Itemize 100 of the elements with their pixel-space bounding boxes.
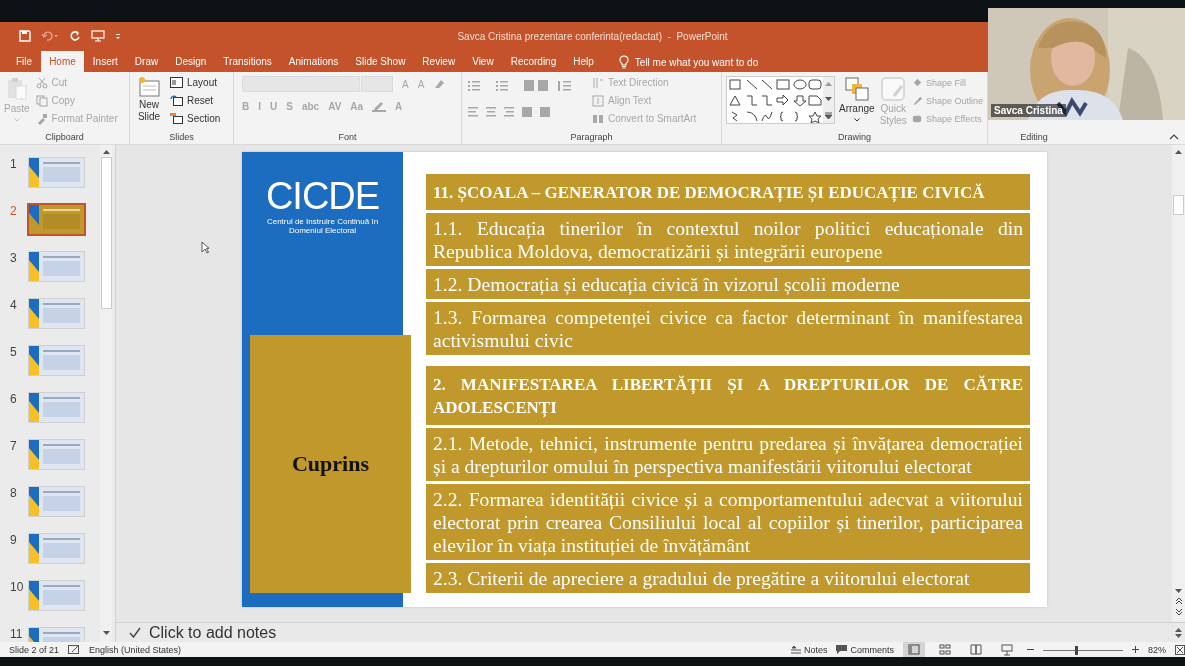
save-icon[interactable] [19, 30, 31, 42]
slide-number: 10 [9, 580, 25, 594]
shapes-gallery[interactable] [726, 76, 835, 124]
ribbon-tab[interactable]: View [464, 52, 502, 72]
slide-number: 7 [9, 439, 18, 453]
reset-button[interactable]: Reset [170, 94, 221, 107]
section-item: 1.3. Formarea competenței civice ca factor determinant în manifestarea activismului civic [426, 302, 1030, 355]
ribbon-tab[interactable]: Animations [280, 52, 347, 72]
logo-subtitle: Centrul de Instruire Continuă în Domeniul Electoral [265, 217, 380, 235]
scroll-thumb[interactable] [1173, 195, 1184, 215]
logo-text: CICDE [265, 178, 380, 214]
pen-icon [911, 95, 923, 106]
group-label: Slides [168, 132, 195, 144]
slide-number: 5 [9, 345, 18, 359]
ribbon-tab[interactable]: Slide Show [347, 52, 414, 72]
mouse-cursor-icon [201, 241, 210, 254]
ribbon-tab[interactable]: Draw [126, 52, 167, 72]
scroll-down-icon[interactable] [1175, 633, 1182, 639]
copy-icon [35, 94, 48, 107]
slide-thumbnail[interactable] [27, 203, 86, 236]
participant-name: Savca Cristina [991, 104, 1066, 117]
dropdown-caret-icon [853, 118, 860, 122]
ribbon-tab[interactable]: File [8, 52, 41, 72]
new-slide-button[interactable]: New Slide [134, 76, 164, 123]
layout-icon [170, 77, 183, 88]
comments-button[interactable]: Comments [836, 644, 894, 655]
group-label: Paragraph [569, 132, 614, 144]
scroll-down-icon[interactable] [825, 96, 832, 102]
check-icon [129, 627, 141, 638]
paint-bucket-icon [911, 77, 923, 88]
slide-number: 6 [9, 392, 18, 406]
zoom-percent[interactable]: 82% [1148, 644, 1166, 655]
clipboard-icon [5, 76, 28, 102]
slide-number: 9 [9, 533, 18, 547]
slide-number: 3 [9, 251, 18, 265]
notes-field[interactable]: Click to add notes [149, 623, 1164, 642]
group-label: Font [337, 132, 358, 144]
section-item: 1.2. Democrația și educația civică în vizorul școlii moderne [426, 269, 1030, 299]
arrange-icon [843, 76, 870, 102]
section-item: 2.1. Metode, tehnici, instrumente pentru predarea și învățarea democrației și a drepturilor omului în perspectiva manifestării viitorului electorat [426, 428, 1030, 481]
section-heading: 11. ȘCOALA – GENERATOR DE DEMOCRAȚIE ȘI EDUCAȚIE CIVICĂ [426, 174, 1030, 210]
spelling-check-icon[interactable] [68, 644, 81, 655]
arrange-button[interactable]: Arrange [839, 76, 875, 122]
group-label: Clipboard [44, 132, 85, 144]
ribbon-tab[interactable]: Recording [502, 52, 565, 72]
ribbon-tab[interactable]: Insert [84, 52, 126, 72]
notes-button[interactable]: Notes [790, 644, 828, 655]
align-text-icon [592, 94, 604, 107]
section-icon [170, 113, 183, 124]
scroll-up-icon[interactable] [102, 149, 110, 154]
slide-number: 2 [9, 204, 18, 218]
vertical-scrollbar[interactable] [100, 145, 112, 642]
ribbon-tab[interactable]: Transitions [215, 52, 280, 72]
slide-number: 1 [9, 157, 18, 171]
smartart-icon [592, 112, 604, 125]
normal-view-icon[interactable] [903, 642, 925, 657]
lightbulb-icon [618, 55, 629, 69]
customize-icon[interactable] [115, 32, 121, 40]
notes-icon [790, 645, 801, 654]
scissors-icon [35, 76, 48, 89]
ribbon-tab[interactable]: Review [414, 52, 464, 72]
scroll-down-icon[interactable] [1175, 589, 1182, 594]
ribbon-tab[interactable]: Design [167, 52, 215, 72]
zoom-in-icon[interactable] [1132, 646, 1139, 653]
window-title: Savca Cristina prezentare conferinta(redactat) - PowerPoint [457, 30, 728, 42]
tell-me-field[interactable]: Tell me what you want to do [634, 56, 759, 68]
group-label: Drawing [837, 132, 872, 144]
ribbon-tab[interactable]: Home [41, 51, 84, 72]
scroll-up-icon[interactable] [1175, 149, 1182, 154]
zoom-out-icon[interactable] [1027, 646, 1034, 653]
ribbon-tab[interactable]: Help [565, 52, 602, 72]
slide-number: 8 [9, 486, 18, 500]
presentation-icon[interactable] [91, 30, 105, 42]
layout-button[interactable]: Layout [170, 76, 221, 89]
box-title: Cuprins [291, 451, 369, 477]
comment-icon [836, 645, 848, 654]
shape-effects-icon [911, 113, 923, 124]
language-indicator[interactable]: English (United States) [89, 644, 182, 655]
section-item: 1.1. Educația tinerilor în contextul noilor politici educaționale din Republica Moldova, democratizării și integrării europene [426, 213, 1030, 266]
slide-number: 4 [9, 298, 18, 312]
section-heading: 2. MANIFESTAREA LIBERTĂȚII ȘI A DREPTURILOR DE CĂTRE ADOLESCENȚI [426, 366, 1030, 425]
next-slide-icon[interactable] [1174, 608, 1183, 616]
slide-number: 11 [9, 627, 24, 641]
scroll-down-icon[interactable] [102, 631, 110, 636]
scroll-up-icon[interactable] [1175, 626, 1182, 632]
vertical-scrollbar[interactable] [1172, 145, 1185, 622]
collapse-ribbon-icon[interactable] [1169, 134, 1179, 140]
new-slide-icon [137, 76, 161, 98]
redo-icon[interactable] [69, 30, 81, 42]
undo-icon[interactable] [41, 30, 59, 42]
scroll-thumb[interactable] [100, 157, 112, 309]
zoom-slider[interactable] [1043, 644, 1123, 655]
group-label: Editing [1019, 132, 1049, 144]
slide-position: Slide 2 of 21 [9, 644, 60, 655]
previous-slide-icon[interactable] [1174, 597, 1183, 605]
expand-gallery-icon[interactable] [825, 112, 832, 119]
text-direction-icon [592, 76, 604, 89]
section-item: 2.2. Formarea identității civice și a comportamentului adecvat a viitorului electorat prin crearea Consiliului local al copiilor și tinerilor, participarea elevilor în viața instituției de învățământ [426, 484, 1030, 560]
section-button[interactable]: Section [170, 112, 221, 125]
fit-to-window-icon[interactable] [1175, 644, 1185, 655]
